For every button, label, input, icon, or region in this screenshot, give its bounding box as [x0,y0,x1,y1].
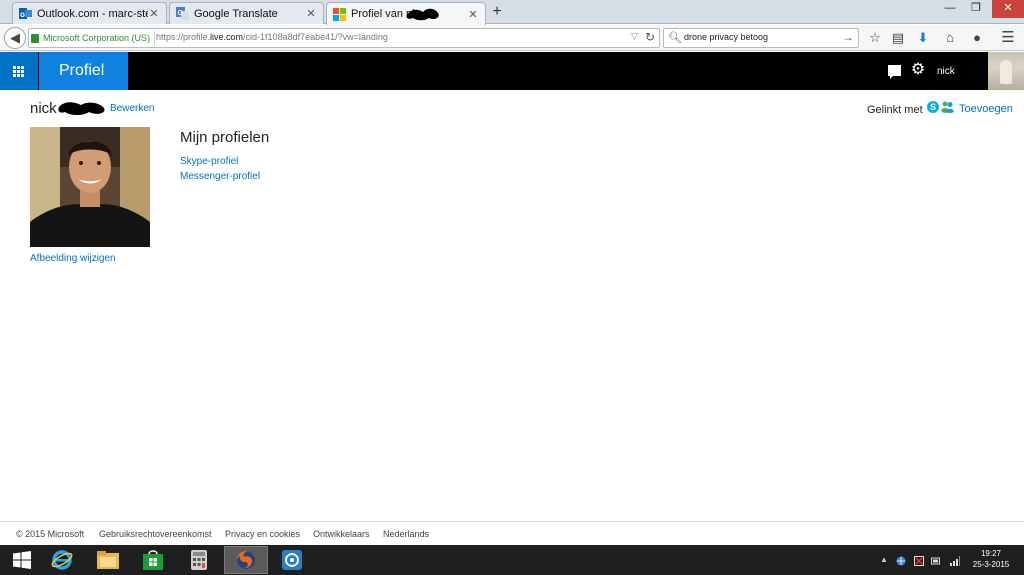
skype-icon: S [927,101,939,113]
messenger-profile-link[interactable]: Messenger-profiel [180,171,260,182]
back-button[interactable]: ◀ [4,27,26,49]
close-tab-icon[interactable]: ✕ [148,7,160,20]
url-domain: live.com [210,32,244,42]
calculator-icon[interactable] [177,546,221,574]
signal-icon[interactable] [950,556,960,566]
header-username[interactable]: nick [937,66,955,77]
browser-tab-strip: o Outlook.com - marc-steve... ✕ G Google… [0,0,1024,25]
window-close-icon[interactable]: ✕ [992,0,1024,18]
edit-profile-link[interactable]: Bewerken [110,103,154,114]
store-icon[interactable] [131,546,175,574]
profile-photo[interactable] [30,127,150,247]
file-explorer-icon[interactable] [86,546,130,574]
start-icon[interactable] [0,546,44,574]
copyright-text: © 2015 Microsoft [16,529,85,539]
url-suffix: /cid-1f108a8df7eabe41/?vw=landing [243,32,388,42]
my-profiles-heading: Mijn profielen [180,129,270,146]
url-dropdown-icon[interactable]: ▽ [631,31,638,42]
search-bar[interactable]: 🔍︎ drone privacy betoog → [663,28,859,48]
footer-link-terms[interactable]: Gebruiksrechtovereenkomst [99,529,212,539]
close-tab-icon[interactable]: ✕ [467,8,479,21]
redaction-scribble [58,102,105,115]
url-prefix: https://profile. [156,32,211,42]
tab-profile[interactable]: Profiel van nic ✕ [326,2,486,25]
power-icon[interactable] [931,556,941,566]
search-go-icon[interactable]: → [842,30,854,44]
close-tab-icon[interactable]: ✕ [305,7,317,20]
tab-label: Google Translate [194,7,278,20]
reload-icon[interactable]: ↻ [645,30,655,44]
svg-text:o: o [20,10,25,19]
chat-bubble-icon[interactable]: ● [968,29,986,47]
minimize-icon[interactable]: — [938,0,962,18]
google-translate-icon: G [176,7,189,20]
footer-link-privacy[interactable]: Privacy en cookies [225,529,300,539]
remote-desktop-icon[interactable] [270,546,314,574]
add-account-link[interactable]: Toevoegen [959,103,1013,115]
tab-label: Outlook.com - marc-steve... [37,7,148,20]
skype-profile-link[interactable]: Skype-profiel [180,156,238,167]
messenger-icon [941,101,954,113]
home-icon[interactable]: ⌂ [941,29,959,47]
clock-time: 19:27 [980,549,1002,558]
avatar[interactable] [988,52,1024,90]
identity-label: Microsoft Corporation (US) [43,33,151,43]
linked-with-label: Gelinkt met [867,104,923,116]
action-center-icon[interactable] [914,556,924,566]
clock-date: 25-3-2015 [972,560,1010,569]
url-text[interactable]: https://profile.live.com/cid-1f108a8df7e… [156,32,388,42]
lock-icon [31,33,39,43]
address-bar[interactable]: Microsoft Corporation (US) https://profi… [28,28,660,48]
change-photo-link[interactable]: Afbeelding wijzigen [30,253,116,264]
download-icon[interactable]: ⬇ [914,29,932,47]
svg-text:G: G [178,10,184,17]
microsoft-logo-icon [333,7,346,21]
menu-icon[interactable]: ☰ [999,29,1017,47]
redaction-scribble [406,8,439,21]
chat-icon[interactable] [888,65,901,79]
app-title[interactable]: Profiel [39,52,128,90]
tab-outlook[interactable]: o Outlook.com - marc-steve... ✕ [12,2,167,24]
system-clock[interactable]: 19:27 25-3-2015 [968,548,1014,570]
footer-link-language[interactable]: Nederlands [383,529,429,539]
gear-icon[interactable]: ⚙ [910,62,926,78]
site-identity[interactable]: Microsoft Corporation (US) [31,31,156,45]
new-tab-button[interactable]: + [489,4,505,20]
show-hidden-icons[interactable]: ▲ [880,555,890,565]
footer-link-developers[interactable]: Ontwikkelaars [313,529,370,539]
app-launcher-icon[interactable] [0,52,38,90]
navigation-toolbar: ◀ Microsoft Corporation (US) https://pro… [0,25,1024,51]
internet-explorer-icon[interactable] [40,546,84,574]
app-header: Profiel ⚙ nick [0,52,1024,90]
outlook-icon: o [19,7,32,20]
firefox-icon[interactable] [224,546,268,574]
network-globe-icon[interactable] [896,556,906,566]
bookmarks-list-icon[interactable]: ▤ [889,29,907,47]
search-icon: 🔍︎ [668,32,682,44]
profile-name: nick [30,100,57,117]
search-input[interactable]: drone privacy betoog [684,32,768,42]
tab-google-translate[interactable]: G Google Translate ✕ [169,2,324,24]
page-footer: © 2015 Microsoft Gebruiksrechtovereenkom… [0,521,1024,545]
windows-taskbar: ▲ 19:27 25-3-2015 [0,545,1024,575]
bookmark-star-icon[interactable]: ☆ [866,29,884,47]
restore-icon[interactable]: ❐ [964,0,988,18]
